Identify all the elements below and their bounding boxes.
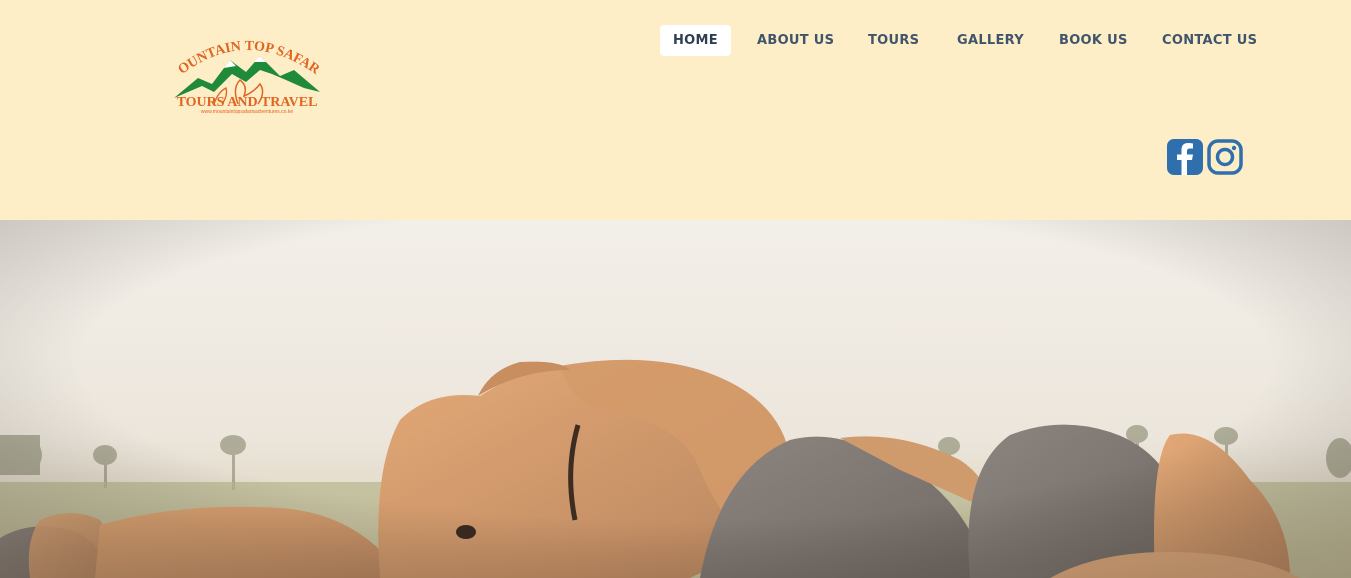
site-header: MOUNTAIN TOP SAFARIS TOURS AND TRAVEL ww… [0, 0, 1351, 220]
hero-image [0, 220, 1351, 578]
nav-item-book-us[interactable]: BOOK US [1059, 25, 1128, 56]
main-navigation: HOME ABOUT US TOURS GALLERY BOOK US CONT… [660, 25, 1257, 56]
nav-item-about-us[interactable]: ABOUT US [757, 25, 834, 56]
nav-item-contact-us[interactable]: CONTACT US [1162, 25, 1257, 56]
logo-subtitle: TOURS AND TRAVEL [177, 95, 318, 110]
site-logo[interactable]: MOUNTAIN TOP SAFARIS TOURS AND TRAVEL ww… [161, 19, 326, 120]
hero-elephants-illustration [0, 220, 1351, 578]
facebook-icon[interactable] [1166, 138, 1204, 176]
nav-item-tours[interactable]: TOURS [868, 25, 919, 56]
logo-url: www.mountaintopsafarisadventures.co.ke [201, 109, 293, 115]
instagram-icon[interactable] [1206, 138, 1244, 176]
logo-line1: MOUNTAIN TOP SAFARIS [161, 19, 322, 78]
nav-item-home[interactable]: HOME [660, 25, 731, 56]
nav-item-gallery[interactable]: GALLERY [957, 25, 1024, 56]
logo-graphic: MOUNTAIN TOP SAFARIS TOURS AND TRAVEL ww… [161, 19, 323, 115]
logo-title-text: MOUNTAIN TOP SAFARIS [168, 30, 323, 78]
